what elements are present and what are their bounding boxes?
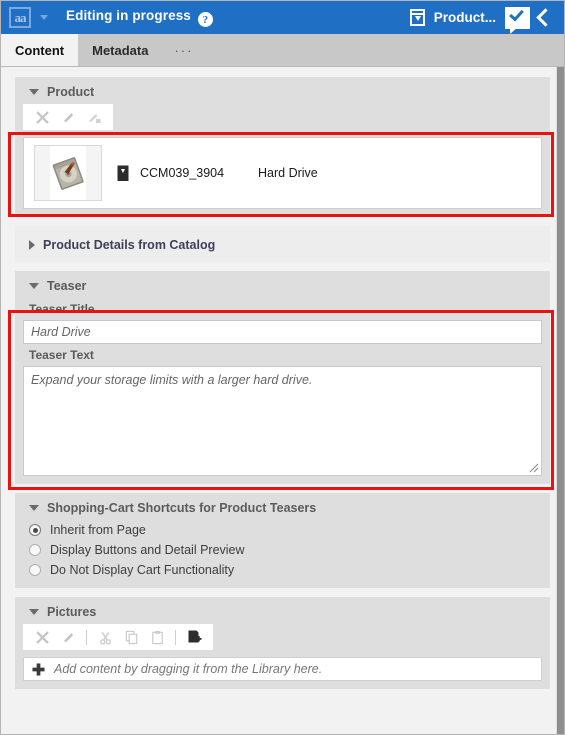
product-id: CCM039_3904 (140, 166, 225, 180)
header-right-group: Product... (409, 5, 558, 34)
copy-button[interactable] (120, 627, 142, 647)
radio-button[interactable] (29, 544, 41, 556)
section-shopping-cart-title: Shopping-Cart Shortcuts for Product Teas… (47, 501, 317, 515)
product-name: Hard Drive (258, 166, 318, 180)
x-icon (35, 630, 49, 644)
section-shopping-cart-header[interactable]: Shopping-Cart Shortcuts for Product Teas… (23, 499, 542, 520)
section-teaser-header[interactable]: Teaser (23, 277, 542, 298)
app-header: aa Editing in progress? Product... (1, 1, 564, 34)
chevron-down-icon[interactable] (29, 89, 39, 95)
section-shopping-cart: Shopping-Cart Shortcuts for Product Teas… (15, 493, 550, 588)
radio-button[interactable] (29, 564, 41, 576)
toolbar-separator (86, 629, 87, 645)
remove-button[interactable] (31, 107, 53, 127)
product-box-icon (409, 9, 425, 26)
document-name[interactable]: Product... (434, 10, 496, 25)
header-title-text: Editing in progress (66, 7, 191, 23)
text-document-icon[interactable]: aa (9, 7, 31, 28)
new-content-button[interactable] (183, 627, 205, 647)
remove-button[interactable] (31, 627, 53, 647)
copy-icon (125, 630, 137, 644)
clipboard-icon (151, 630, 163, 644)
pencil-box-icon (88, 113, 101, 123)
cut-button[interactable] (94, 627, 116, 647)
resize-grip-icon[interactable] (528, 462, 539, 473)
vertical-scrollbar[interactable] (556, 67, 564, 734)
plus-icon (32, 662, 45, 676)
tab-overflow-icon[interactable]: ··· (162, 34, 205, 66)
chevron-down-icon[interactable] (40, 15, 48, 20)
radio-label: Display Buttons and Detail Preview (50, 543, 245, 557)
tab-content[interactable]: Content (1, 34, 79, 66)
radio-label: Inherit from Page (50, 523, 146, 537)
picture-drop-area[interactable]: Add content by dragging it from the Libr… (23, 657, 542, 681)
paste-button[interactable] (146, 627, 168, 647)
product-toolbar (23, 104, 113, 130)
pencil-icon (63, 112, 73, 122)
teaser-text-value: Expand your storage limits with a larger… (31, 373, 313, 387)
hard-drive-thumbnail (34, 145, 102, 201)
edit-in-place-button[interactable] (83, 107, 105, 127)
radio-option-no-cart[interactable]: Do Not Display Cart Functionality (23, 560, 542, 580)
content-scroll-area: Product CCM039_3904 Hard Drive Product D… (1, 67, 564, 734)
page-title: Editing in progress? (66, 8, 213, 28)
radio-option-inherit[interactable]: Inherit from Page (23, 520, 542, 540)
section-pictures-header[interactable]: Pictures (23, 603, 542, 624)
edit-button[interactable] (57, 107, 79, 127)
tab-bar: Content Metadata ··· (1, 34, 564, 67)
chevron-left-icon[interactable] (536, 8, 555, 27)
chevron-down-icon[interactable] (29, 505, 39, 511)
hard-drive-image (52, 157, 84, 190)
pictures-toolbar (23, 624, 213, 650)
chevron-right-icon[interactable] (29, 240, 35, 250)
scrollbar-thumb[interactable] (557, 67, 564, 734)
new-document-icon (188, 630, 202, 643)
section-product-details-header[interactable]: Product Details from Catalog (23, 236, 542, 252)
drop-area-text: Add content by dragging it from the Libr… (54, 662, 323, 676)
teaser-text-input[interactable]: Expand your storage limits with a larger… (23, 366, 542, 476)
tab-metadata[interactable]: Metadata (78, 34, 162, 66)
section-product-details: Product Details from Catalog (15, 226, 550, 262)
header-left-group: aa (9, 7, 48, 28)
x-icon (35, 110, 49, 124)
section-teaser: Teaser Teaser Title Hard Drive Teaser Te… (15, 271, 550, 484)
approval-checkmark-icon[interactable] (505, 5, 530, 34)
teaser-title-label: Teaser Title (29, 302, 95, 316)
help-icon[interactable]: ? (197, 12, 213, 28)
section-teaser-title: Teaser (47, 279, 87, 293)
toolbar-separator (175, 629, 176, 645)
section-product: Product CCM039_3904 Hard Drive (15, 77, 550, 217)
product-item-row[interactable]: CCM039_3904 Hard Drive (23, 137, 542, 209)
scissors-icon (99, 631, 111, 644)
radio-button[interactable] (29, 524, 41, 536)
edit-button[interactable] (57, 627, 79, 647)
section-pictures: Pictures Add content by dragging it from… (15, 597, 550, 689)
section-product-title: Product (47, 85, 95, 99)
chevron-down-icon[interactable] (29, 609, 39, 615)
editor-window: aa Editing in progress? Product... Conte… (0, 0, 565, 735)
radio-option-display-buttons[interactable]: Display Buttons and Detail Preview (23, 540, 542, 560)
radio-label: Do Not Display Cart Functionality (50, 563, 235, 577)
product-item-meta: CCM039_3904 Hard Drive (116, 165, 318, 182)
section-product-details-title: Product Details from Catalog (43, 238, 216, 252)
teaser-text-label: Teaser Text (29, 348, 94, 362)
section-pictures-title: Pictures (47, 605, 97, 619)
teaser-title-input[interactable]: Hard Drive (23, 320, 542, 344)
product-box-icon (117, 165, 129, 181)
section-product-header[interactable]: Product (23, 83, 542, 104)
chevron-down-icon[interactable] (29, 283, 39, 289)
pencil-icon (63, 632, 73, 642)
